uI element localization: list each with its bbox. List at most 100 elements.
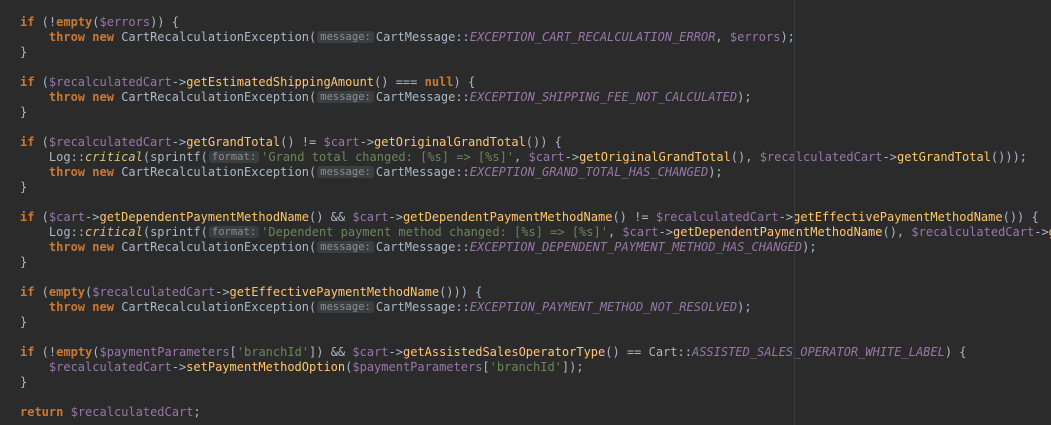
class-name: CartRecalculationException (121, 30, 310, 44)
method: getDependentPaymentMethodName (99, 210, 309, 224)
keyword: new (92, 90, 114, 104)
variable: $cart (528, 150, 565, 164)
code-line: if (!empty($paymentParameters['branchId'… (20, 345, 967, 359)
code-line: } (20, 180, 28, 194)
right-margin-guide (794, 0, 795, 425)
code-line: throw new CartRecalculationException(mes… (48, 240, 817, 254)
class-name: CartRecalculationException (121, 165, 310, 179)
variable: $recalculatedCart (70, 405, 194, 419)
string-literal: 'branchId' (489, 360, 562, 374)
function-name: sprintf (150, 150, 201, 164)
parameter-hint: message: (317, 241, 374, 253)
constant: ASSISTED_SALES_OPERATOR_WHITE_LABEL (691, 345, 945, 359)
keyword: throw (48, 30, 86, 44)
method: getDependentPaymentMethodName (402, 210, 613, 224)
class-name: Log (48, 150, 71, 164)
variable: $cart (352, 210, 389, 224)
variable: $recalculatedCart (92, 285, 216, 299)
method: critical (85, 225, 143, 239)
code-line: if ($cart->getDependentPaymentMethodName… (20, 210, 1039, 224)
method: getEstimatedShippingAmount (186, 75, 375, 89)
variable: $errors (99, 15, 151, 29)
parameter-hint: message: (317, 301, 374, 313)
code-line: if ($recalculatedCart->getEstimatedShipp… (20, 75, 476, 89)
keyword: throw (48, 300, 86, 314)
method: setPaymentMethodOption (186, 360, 346, 374)
keyword: return (20, 405, 64, 419)
method: getGrandTotal (186, 135, 281, 149)
keyword: new (92, 30, 114, 44)
method: critical (85, 150, 143, 164)
method: getEffectivePaymentMethodName (229, 285, 440, 299)
code-editor[interactable]: if (!empty($errors)) { throw new CartRec… (0, 0, 1051, 425)
method: getOriginalGrandTotal (374, 135, 526, 149)
variable: $cart (48, 210, 86, 224)
code-line: return $recalculatedCart; (20, 405, 201, 419)
string-literal: 'Dependent payment method changed: [%s] … (261, 225, 608, 239)
keyword: new (92, 240, 114, 254)
code-line: } (20, 375, 28, 389)
parameter-hint: format: (208, 151, 260, 163)
code-line: throw new CartRecalculationException(mes… (48, 300, 752, 314)
variable: $recalculatedCart (48, 360, 172, 374)
keyword: if (20, 15, 35, 29)
variable: $recalculatedCart (911, 225, 1035, 239)
constant: EXCEPTION_DEPENDENT_PAYMENT_METHOD_HAS_C… (469, 240, 803, 254)
variable: $recalculatedCart (759, 150, 883, 164)
constant: EXCEPTION_SHIPPING_FEE_NOT_CALCULATED (469, 90, 738, 104)
keyword: if (20, 75, 35, 89)
code-line: } (20, 45, 28, 59)
class-name: CartRecalculationException (121, 240, 310, 254)
variable: $recalculatedCart (48, 75, 172, 89)
variable: $paymentParameters (352, 360, 483, 374)
variable: $paymentParameters (99, 345, 230, 359)
code-line: } (20, 105, 28, 119)
constant: EXCEPTION_PAYMENT_METHOD_NOT_RESOLVED (469, 300, 738, 314)
keyword: empty (48, 285, 86, 299)
class-name: CartMessage (375, 300, 456, 314)
parameter-hint: message: (317, 166, 374, 178)
class-name: Log (48, 225, 71, 239)
constant: EXCEPTION_CART_RECALCULATION_ERROR (469, 30, 716, 44)
keyword: throw (48, 165, 86, 179)
variable: $cart (352, 345, 389, 359)
keyword: if (20, 135, 35, 149)
code-line: } (20, 255, 28, 269)
code-line: throw new CartRecalculationException(mes… (48, 165, 723, 179)
variable: $errors (729, 30, 781, 44)
keyword: if (20, 285, 35, 299)
method: getAssistedSalesOperatorType (402, 345, 606, 359)
code-line: if (empty($recalculatedCart->getEffectiv… (20, 285, 483, 299)
string-literal: 'branchId' (236, 345, 310, 359)
variable: $recalculatedCart (48, 135, 172, 149)
variable: $cart (622, 225, 659, 239)
class-name: CartMessage (375, 90, 456, 104)
constant: EXCEPTION_GRAND_TOTAL_HAS_CHANGED (469, 165, 709, 179)
keyword: if (20, 345, 35, 359)
function-name: sprintf (150, 225, 201, 239)
keyword: throw (48, 240, 86, 254)
class-name: Cart (648, 345, 678, 359)
code-line: Log::critical(sprintf(format: 'Dependent … (20, 225, 1051, 240)
class-name: CartMessage (375, 240, 456, 254)
code-line: if (!empty($errors)) { (20, 15, 179, 29)
class-name: CartMessage (375, 30, 456, 44)
method: getDependentPaymentMethodName (672, 225, 883, 239)
keyword: new (92, 165, 114, 179)
keyword: throw (48, 90, 86, 104)
code-line: } (20, 315, 28, 329)
keyword: empty (56, 345, 93, 359)
variable: $cart (323, 135, 360, 149)
code-line: Log::critical(sprintf(format: 'Grand tota… (48, 150, 1028, 164)
class-name: CartRecalculationException (121, 300, 310, 314)
variable: $recalculatedCart (655, 210, 779, 224)
method: getEffectivePaymentMethodName (793, 210, 1003, 224)
keyword: new (92, 300, 114, 314)
code-line: throw new CartRecalculationException(mes… (48, 30, 795, 44)
keyword: if (20, 210, 35, 224)
